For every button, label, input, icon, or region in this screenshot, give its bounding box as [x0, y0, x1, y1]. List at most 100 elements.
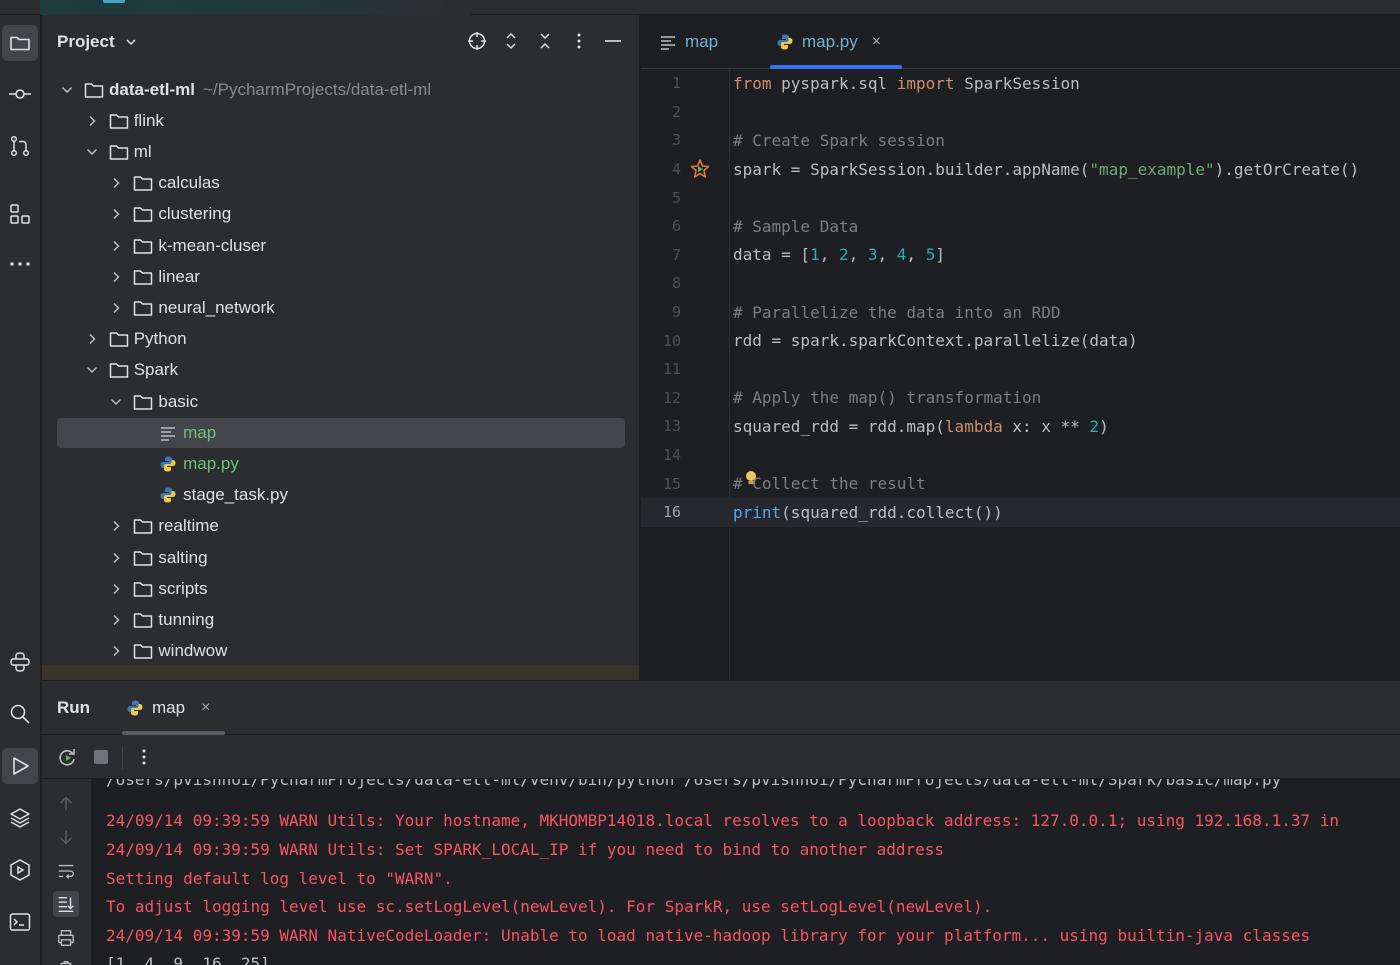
tree-folder-row[interactable]: data-etl-ml ~/PycharmProjects/data-etl-ml	[42, 74, 639, 105]
python-packages-tool-button[interactable]	[2, 644, 38, 680]
more-tools-button[interactable]	[2, 246, 38, 282]
chevron-right-icon[interactable]	[109, 644, 123, 658]
run-options-button[interactable]	[133, 746, 155, 768]
tree-folder-row[interactable]: linear	[42, 261, 639, 292]
tree-item-label: stage_task.py	[183, 485, 288, 505]
scroll-up-button[interactable]	[55, 793, 77, 815]
scroll-to-end-icon	[58, 896, 74, 912]
code-text: # Apply the map() transformation	[733, 388, 1042, 408]
chevron-right-icon[interactable]	[109, 239, 123, 253]
code-line[interactable]: 14	[641, 441, 1400, 470]
tree-file-row[interactable]: map	[42, 417, 639, 449]
arrow-up-icon	[60, 796, 72, 811]
trash-button[interactable]	[55, 957, 77, 965]
code-line[interactable]: 11	[641, 355, 1400, 384]
scroll-to-end-button[interactable]	[53, 891, 79, 917]
chevron-right-icon[interactable]	[109, 519, 123, 533]
run-tab-map[interactable]: map ×	[122, 681, 225, 735]
lightbulb-icon[interactable]	[744, 470, 758, 488]
chevron-right-icon[interactable]	[109, 176, 123, 190]
tree-item-label: ml	[133, 141, 152, 161]
expand-all-button[interactable]	[500, 30, 522, 52]
code-line[interactable]: 8	[641, 269, 1400, 298]
code-line[interactable]: 16 print(squared_rdd.collect())	[641, 498, 1400, 527]
tree-folder-row[interactable]: basic	[42, 386, 639, 417]
tree-folder-row[interactable]: scripts	[42, 573, 639, 604]
code-line[interactable]: 12 # Apply the map() transformation	[641, 384, 1400, 413]
chevron-down-icon[interactable]	[85, 145, 99, 159]
tree-folder-row[interactable]: salting	[42, 542, 639, 573]
structure-tool-button[interactable]	[2, 196, 38, 232]
tree-file-row[interactable]: map.py	[42, 448, 639, 479]
code-line[interactable]: 5	[641, 183, 1400, 212]
chevron-right-icon[interactable]	[85, 332, 99, 346]
chevron-right-icon[interactable]	[85, 114, 99, 128]
tree-folder-row[interactable]: flink	[42, 105, 639, 136]
chevron-down-icon[interactable]	[124, 35, 138, 49]
services-icon	[10, 859, 30, 881]
chevron-right-icon[interactable]	[109, 551, 123, 565]
run-tool-button[interactable]	[2, 748, 38, 784]
stop-button[interactable]	[90, 746, 112, 768]
console-log-line: /Users/pvishnoi/PycharmProjects/data-etl…	[106, 779, 1282, 789]
code-line[interactable]: 7 data = [1, 2, 3, 4, 5]	[641, 241, 1400, 270]
pull-requests-tool-button[interactable]	[2, 128, 38, 164]
tab-map[interactable]: map	[659, 15, 718, 69]
tree-folder-row[interactable]: calculas	[42, 168, 639, 199]
console-output[interactable]: /Users/pvishnoi/PycharmProjects/data-etl…	[106, 779, 1400, 965]
tree-folder-row[interactable]: windwow	[42, 636, 639, 667]
code-line[interactable]: 6 # Sample Data	[641, 212, 1400, 241]
code-text: from pyspark.sql import SparkSession	[733, 73, 1080, 93]
code-text: print(squared_rdd.collect())	[733, 502, 1003, 522]
code-line[interactable]: 9 # Parallelize the data into an RDD	[641, 298, 1400, 327]
terminal-tool-button[interactable]	[2, 904, 38, 940]
code-line[interactable]: 1 from pyspark.sql import SparkSession	[641, 69, 1400, 98]
tree-folder-row[interactable]: neural_network	[42, 292, 639, 323]
code-line[interactable]: 10 rdd = spark.sparkContext.parallelize(d…	[641, 326, 1400, 355]
print-button[interactable]	[55, 927, 77, 949]
chevron-right-icon[interactable]	[109, 613, 123, 627]
code-line[interactable]: 3 # Create Spark session	[641, 126, 1400, 155]
close-run-tab-button[interactable]: ×	[201, 699, 210, 717]
scroll-down-button[interactable]	[55, 826, 77, 848]
tree-folder-row[interactable]: ml	[42, 136, 639, 167]
layers-icon	[10, 808, 30, 828]
locate-file-button[interactable]	[466, 30, 488, 52]
options-button[interactable]	[568, 30, 590, 52]
tree-file-row[interactable]: stage_task.py	[42, 480, 639, 511]
run-toolbar	[42, 735, 1400, 779]
chevron-right-icon[interactable]	[109, 207, 123, 221]
line-number: 9	[671, 303, 681, 322]
tree-folder-row[interactable]: Python	[42, 324, 639, 355]
code-line[interactable]: 2	[641, 98, 1400, 127]
rerun-button[interactable]	[56, 746, 78, 768]
commit-tool-button[interactable]	[2, 76, 38, 112]
chevron-right-icon[interactable]	[109, 582, 123, 596]
hide-panel-button[interactable]	[602, 30, 624, 52]
code-line[interactable]: 4 spark = SparkSession.builder.appName("m…	[641, 155, 1400, 184]
tree-folder-row[interactable]: Spark	[42, 355, 639, 386]
collapse-all-button[interactable]	[534, 30, 556, 52]
tree-folder-row[interactable]: k-mean-cluser	[42, 230, 639, 261]
chevron-down-icon[interactable]	[109, 395, 123, 409]
project-tool-button[interactable]	[2, 25, 38, 61]
code-line[interactable]: 13 squared_rdd = rdd.map(lambda x: x ** 2…	[641, 412, 1400, 441]
more-vertical-icon	[577, 33, 581, 49]
chevron-right-icon[interactable]	[109, 270, 123, 284]
search-tool-button[interactable]	[2, 696, 38, 732]
tree-folder-row[interactable]: tunning	[42, 604, 639, 635]
tree-folder-row[interactable]: realtime	[42, 511, 639, 542]
tab-map-py[interactable]: map.py ×	[770, 15, 902, 69]
project-panel-title[interactable]: Project	[57, 32, 115, 52]
services-tool-button[interactable]	[2, 852, 38, 888]
layers-tool-button[interactable]	[2, 800, 38, 836]
tree-folder-row[interactable]: clustering	[42, 199, 639, 230]
chevron-down-icon[interactable]	[85, 363, 99, 377]
close-tab-button[interactable]: ×	[872, 33, 881, 51]
tab-label: map.py	[802, 32, 858, 51]
chevron-down-icon[interactable]	[60, 83, 74, 97]
chevron-right-icon[interactable]	[109, 301, 123, 315]
soft-wrap-button[interactable]	[55, 860, 77, 882]
spark-run-gutter-icon[interactable]	[689, 158, 711, 180]
console-log-line: To adjust logging level use sc.setLogLev…	[106, 897, 993, 917]
